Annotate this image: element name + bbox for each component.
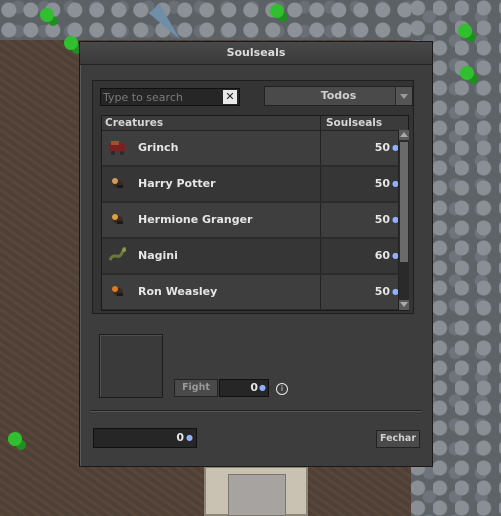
soulseals-value: 50 xyxy=(374,177,390,190)
fight-amount-field[interactable]: 0 ● xyxy=(219,379,269,397)
soulseal-coin-icon: ● xyxy=(259,383,266,392)
close-button[interactable]: Fechar xyxy=(376,430,420,448)
table-row[interactable]: Nagini 60 ● xyxy=(102,239,399,273)
soulseal-coin-icon: ● xyxy=(186,433,193,442)
soulseals-value: 50 xyxy=(374,213,390,226)
creature-name: Harry Potter xyxy=(138,177,216,190)
grass-tuft xyxy=(40,8,54,22)
header-creatures[interactable]: Creatures xyxy=(105,116,163,130)
search-box: ✕ xyxy=(100,88,240,106)
grass-tuft xyxy=(270,4,284,18)
divider xyxy=(90,410,422,411)
grass-tuft xyxy=(458,24,472,38)
soulseals-value: 50 xyxy=(374,285,390,298)
info-icon[interactable]: i xyxy=(276,383,288,395)
table-row[interactable]: Hermione Granger 50 ● xyxy=(102,203,399,237)
stone-statue xyxy=(204,466,308,516)
soulseals-window: Soulseals ✕ Todos Creatures Soulseals xyxy=(79,41,433,467)
scroll-thumb[interactable] xyxy=(400,142,408,262)
creature-list-panel: ✕ Todos Creatures Soulseals Grinch 50 xyxy=(92,80,414,314)
table-scrollbar[interactable] xyxy=(398,130,409,310)
harry-potter-icon xyxy=(112,178,123,188)
creature-name: Grinch xyxy=(138,141,179,154)
ron-weasley-icon xyxy=(112,286,123,296)
creatures-table: Creatures Soulseals Grinch 50 ● Harry Po… xyxy=(101,115,409,311)
window-title[interactable]: Soulseals xyxy=(80,42,432,65)
x-icon[interactable]: ✕ xyxy=(223,90,237,104)
grass-tuft xyxy=(64,36,78,50)
chevron-down-icon[interactable] xyxy=(395,87,412,105)
grass-tuft xyxy=(8,432,22,446)
table-row[interactable]: Ron Weasley 50 ● xyxy=(102,275,399,309)
creature-name: Hermione Granger xyxy=(138,213,253,226)
soulseals-value: 60 xyxy=(374,249,390,262)
fight-button[interactable]: Fight xyxy=(174,379,218,397)
creature-preview-slot xyxy=(99,334,163,398)
creature-name: Nagini xyxy=(138,249,178,262)
hermione-granger-icon xyxy=(112,214,123,224)
nagini-icon xyxy=(108,247,126,261)
table-row[interactable]: Grinch 50 ● xyxy=(102,131,399,165)
fight-amount-value: 0 xyxy=(250,381,258,394)
grinch-icon xyxy=(109,141,125,155)
search-input[interactable] xyxy=(103,90,215,104)
header-soulseals[interactable]: Soulseals xyxy=(326,116,382,130)
table-header: Creatures Soulseals xyxy=(102,116,408,131)
table-row[interactable]: Harry Potter 50 ● xyxy=(102,167,399,201)
scroll-down-arrow-icon[interactable] xyxy=(399,300,409,310)
filter-selected: Todos xyxy=(320,89,357,102)
scroll-up-arrow-icon[interactable] xyxy=(399,130,409,140)
filter-dropdown[interactable]: Todos xyxy=(264,86,413,106)
soulseal-balance: 0 ● xyxy=(93,428,197,448)
creature-name: Ron Weasley xyxy=(138,285,218,298)
balance-value: 0 xyxy=(176,431,184,444)
soulseals-value: 50 xyxy=(374,141,390,154)
grass-tuft xyxy=(460,66,474,80)
